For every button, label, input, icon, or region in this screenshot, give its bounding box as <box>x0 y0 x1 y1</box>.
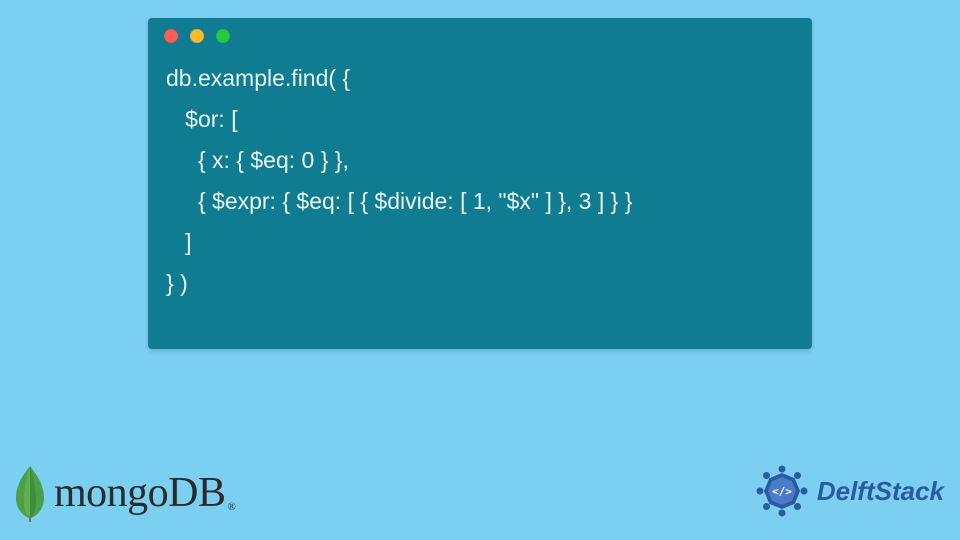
mongodb-logo: mongoDB® <box>10 464 235 522</box>
svg-text:</>: </> <box>772 485 792 498</box>
delftstack-logo: </> DelftStack <box>753 462 944 520</box>
close-icon <box>164 29 178 43</box>
delftstack-text: DelftStack <box>817 476 944 507</box>
minimize-icon <box>190 29 204 43</box>
mongodb-leaf-icon <box>10 464 50 522</box>
maximize-icon <box>216 29 230 43</box>
window-titlebar <box>148 18 812 54</box>
code-block: db.example.find( { $or: [ { x: { $eq: 0 … <box>148 54 812 322</box>
registered-mark: ® <box>226 501 236 513</box>
mongodb-text: mongoDB® <box>54 469 235 517</box>
code-window: db.example.find( { $or: [ { x: { $eq: 0 … <box>148 18 812 349</box>
delftstack-badge-icon: </> <box>753 462 811 520</box>
